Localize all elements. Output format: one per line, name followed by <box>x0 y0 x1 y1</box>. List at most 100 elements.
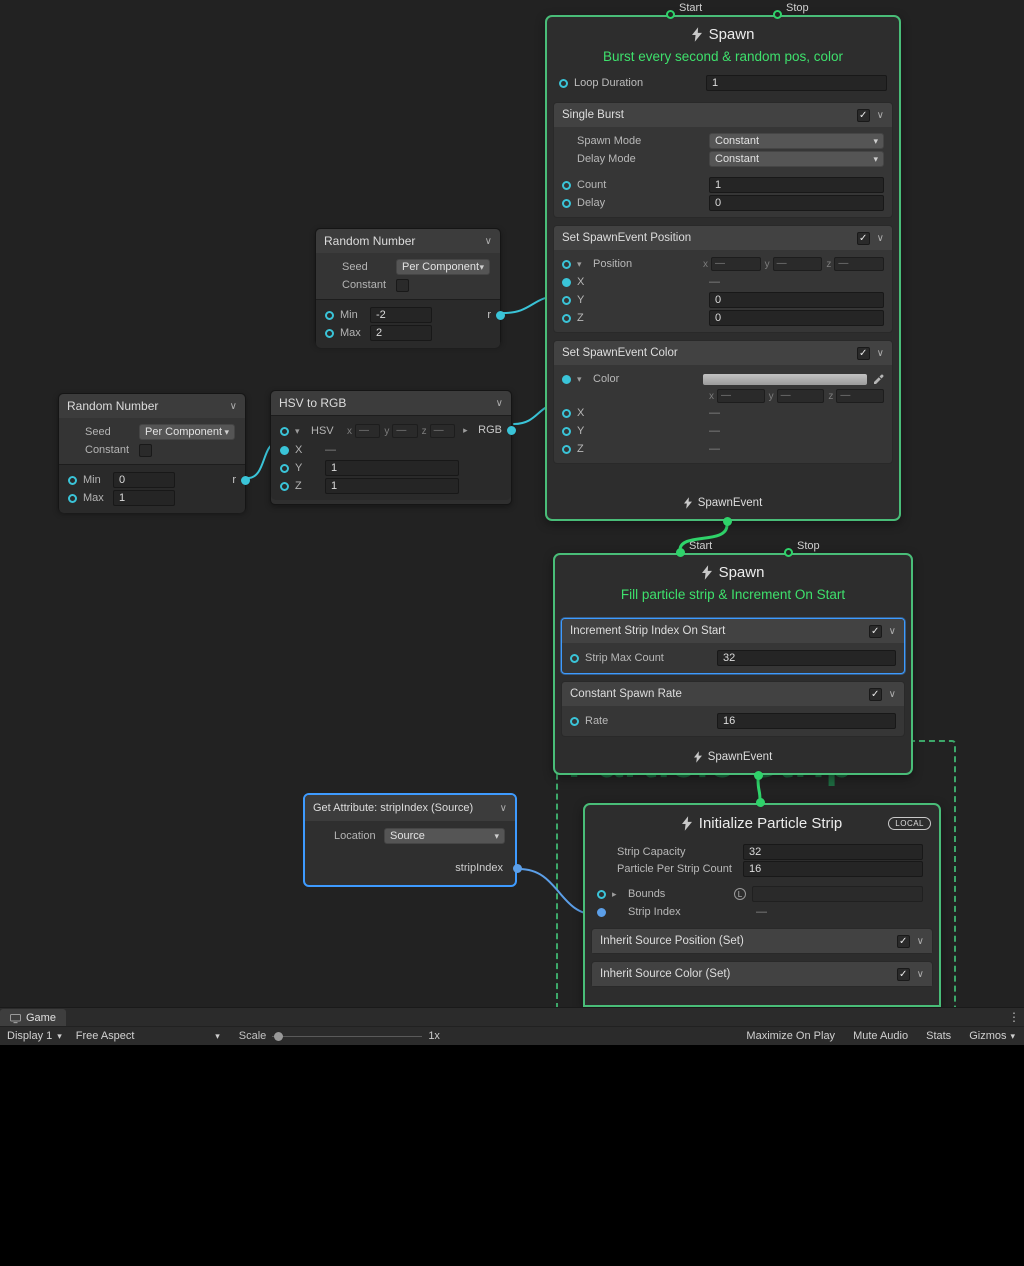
z-field[interactable]: 0 <box>709 310 884 326</box>
seed-dropdown[interactable]: Per Component <box>396 259 490 275</box>
block-header[interactable]: Set SpawnEvent Color <box>554 341 892 365</box>
loop-duration-field[interactable]: 1 <box>706 75 887 91</box>
constant-checkbox[interactable] <box>139 444 152 457</box>
node-header[interactable]: Random Number <box>59 394 245 418</box>
chevron-down-icon[interactable] <box>877 110 884 121</box>
foldout-closed-icon[interactable] <box>612 889 622 900</box>
strip-max-count-field[interactable]: 32 <box>717 650 896 666</box>
block-header[interactable]: Set SpawnEvent Position <box>554 226 892 250</box>
maximize-on-play-button[interactable]: Maximize On Play <box>737 1027 844 1046</box>
increment-strip-index-block[interactable]: Increment Strip Index On Start Strip Max… <box>561 618 905 674</box>
constant-checkbox[interactable] <box>396 279 409 292</box>
y-field[interactable]: 1 <box>325 460 459 476</box>
hsv-x-minifield[interactable]: — <box>355 424 380 438</box>
y-field[interactable]: 0 <box>709 292 884 308</box>
foldout-closed-icon[interactable] <box>463 425 473 436</box>
strip-max-count-port[interactable] <box>570 654 579 663</box>
block-enabled-checkbox[interactable] <box>869 688 882 701</box>
spawn-context-strip[interactable]: Start Stop Spawn Fill particle strip & I… <box>553 553 913 775</box>
max-field[interactable]: 1 <box>113 490 175 506</box>
foldout-open-icon[interactable] <box>577 374 587 385</box>
initialize-particle-strip-context[interactable]: Initialize Particle Strip LOCAL Strip Ca… <box>583 803 941 1007</box>
chevron-down-icon[interactable] <box>889 689 896 700</box>
spawnevent-output-port[interactable] <box>723 517 732 526</box>
color-z-port[interactable] <box>562 445 571 454</box>
graph-canvas[interactable]: Particle Strip Random Number Seed Per Co… <box>0 0 1024 1007</box>
count-field[interactable]: 1 <box>709 177 884 193</box>
tab-game[interactable]: Game <box>0 1009 66 1027</box>
max-field[interactable]: 2 <box>370 325 432 341</box>
gizmos-dropdown[interactable]: Gizmos <box>960 1027 1024 1046</box>
foldout-open-icon[interactable] <box>295 426 305 437</box>
position-y-port[interactable] <box>562 296 571 305</box>
mute-audio-button[interactable]: Mute Audio <box>844 1027 917 1046</box>
hsv-input-port[interactable] <box>280 427 289 436</box>
block-header[interactable]: Inherit Source Position (Set) <box>592 929 932 953</box>
set-spawnevent-color-block[interactable]: Set SpawnEvent Color Color x— <box>553 340 893 464</box>
particle-per-strip-count-field[interactable]: 16 <box>743 861 923 877</box>
position-x-port[interactable] <box>562 278 571 287</box>
hsv-z-port[interactable] <box>280 482 289 491</box>
position-port[interactable] <box>562 260 571 269</box>
node-header[interactable]: HSV to RGB <box>271 391 511 415</box>
block-header[interactable]: Single Burst <box>554 103 892 127</box>
slider-knob[interactable] <box>274 1032 283 1041</box>
color-x-minifield[interactable]: — <box>717 389 765 403</box>
foldout-open-icon[interactable] <box>577 259 587 270</box>
min-port[interactable] <box>325 311 334 320</box>
chevron-down-icon[interactable] <box>230 401 237 412</box>
block-enabled-checkbox[interactable] <box>869 625 882 638</box>
rate-field[interactable]: 16 <box>717 713 896 729</box>
chevron-down-icon[interactable] <box>877 233 884 244</box>
stop-flow-port[interactable] <box>784 548 793 557</box>
bounds-field[interactable] <box>752 886 923 902</box>
strip-capacity-field[interactable]: 32 <box>743 844 923 860</box>
position-x-minifield[interactable]: — <box>711 257 761 271</box>
block-enabled-checkbox[interactable] <box>897 968 910 981</box>
block-header[interactable]: Inherit Source Color (Set) <box>592 962 932 986</box>
chevron-down-icon[interactable] <box>889 626 896 637</box>
position-y-minifield[interactable]: — <box>773 257 823 271</box>
color-z-minifield[interactable]: — <box>836 389 884 403</box>
z-field[interactable]: 1 <box>325 478 459 494</box>
block-enabled-checkbox[interactable] <box>857 109 870 122</box>
min-field[interactable]: 0 <box>113 472 175 488</box>
location-dropdown[interactable]: Source <box>384 828 505 844</box>
start-flow-port[interactable] <box>676 548 685 557</box>
block-enabled-checkbox[interactable] <box>897 935 910 948</box>
bounds-port[interactable] <box>597 890 606 899</box>
chevron-down-icon[interactable] <box>485 236 492 247</box>
delay-mode-dropdown[interactable]: Constant <box>709 151 884 167</box>
hsv-y-port[interactable] <box>280 464 289 473</box>
seed-dropdown[interactable]: Per Component <box>139 424 235 440</box>
stripindex-output-port[interactable] <box>513 864 522 873</box>
max-port[interactable] <box>325 329 334 338</box>
single-burst-block[interactable]: Single Burst Spawn Mode Constant Delay M… <box>553 102 893 218</box>
hsv-to-rgb-node[interactable]: HSV to RGB HSV x— y— z— RGB <box>270 390 512 505</box>
stats-button[interactable]: Stats <box>917 1027 960 1046</box>
random-number-node-left[interactable]: Random Number Seed Per Component Constan… <box>58 393 246 512</box>
spawn-mode-dropdown[interactable]: Constant <box>709 133 884 149</box>
chevron-down-icon[interactable] <box>877 348 884 359</box>
chevron-down-icon[interactable] <box>500 803 507 814</box>
node-header[interactable]: Random Number <box>316 229 500 253</box>
hsv-x-port[interactable] <box>280 446 289 455</box>
chevron-down-icon[interactable] <box>917 969 924 980</box>
strip-index-port[interactable] <box>597 908 606 917</box>
block-header[interactable]: Constant Spawn Rate <box>562 682 904 706</box>
aspect-dropdown[interactable]: Free Aspect <box>69 1027 227 1046</box>
delay-port[interactable] <box>562 199 571 208</box>
color-port[interactable] <box>562 375 571 384</box>
local-space-icon[interactable] <box>734 888 746 900</box>
color-y-port[interactable] <box>562 427 571 436</box>
chevron-down-icon[interactable] <box>917 936 924 947</box>
spawn-context-burst[interactable]: Start Stop Spawn Burst every second & ra… <box>545 15 901 521</box>
random-number-node-top[interactable]: Random Number Seed Per Component Constan… <box>315 228 501 345</box>
block-enabled-checkbox[interactable] <box>857 347 870 360</box>
min-field[interactable]: -2 <box>370 307 432 323</box>
rate-port[interactable] <box>570 717 579 726</box>
color-swatch[interactable] <box>703 374 867 385</box>
node-header[interactable]: Get Attribute: stripIndex (Source) <box>305 795 515 821</box>
input-flow-port[interactable] <box>756 798 765 807</box>
constant-spawn-rate-block[interactable]: Constant Spawn Rate Rate 16 <box>561 681 905 737</box>
